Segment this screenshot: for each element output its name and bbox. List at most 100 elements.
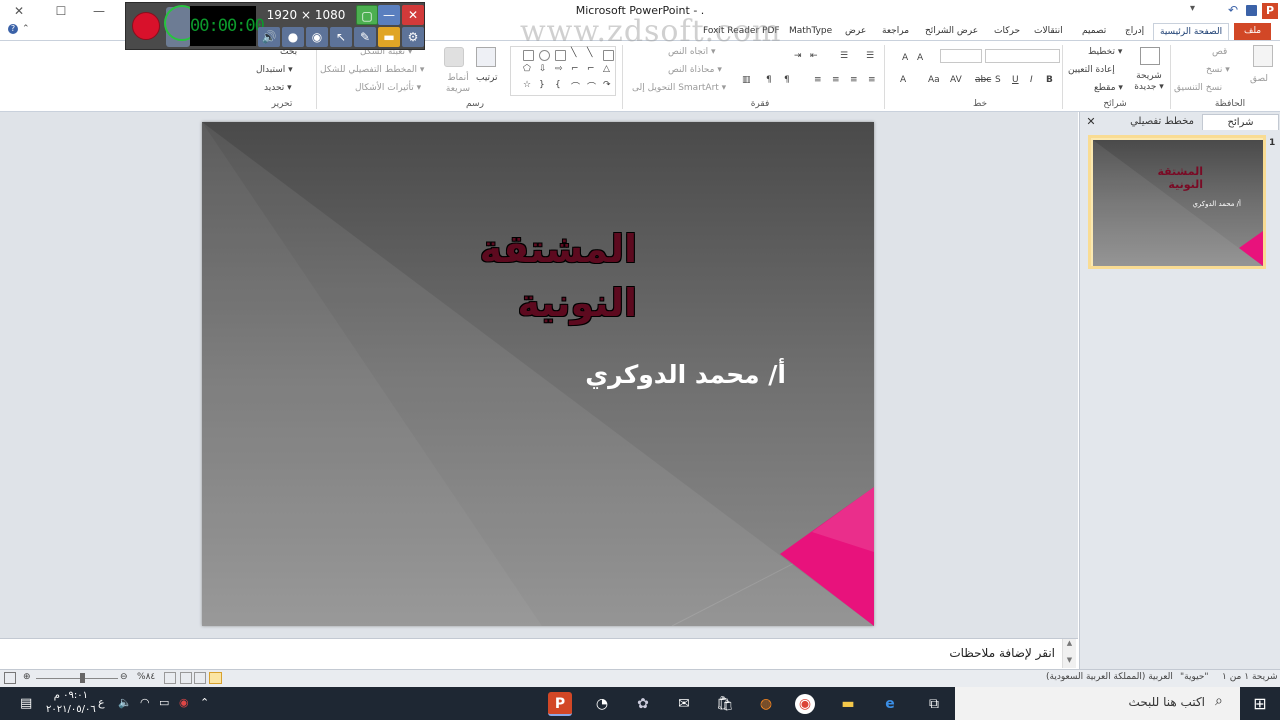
notes-placeholder[interactable]: انقر لإضافة ملاحظات [0,646,1055,660]
reading-view-icon[interactable] [180,672,192,684]
clock[interactable]: ٠٩:٠١ م ٢٠٢١/٠٥/٠٦ [46,689,96,717]
powerpoint-taskbar-icon[interactable]: P [548,692,572,716]
window-select-icon[interactable]: ▢ [356,5,378,25]
paste-button[interactable]: لصق [1250,74,1268,84]
wifi-icon[interactable]: ◠ [140,696,150,709]
brace-shape-icon[interactable]: } [539,80,545,90]
slideshow-view-icon[interactable] [164,672,176,684]
windows-start-icon[interactable]: ⊞ [1248,692,1272,716]
store-icon[interactable]: 🛍 [713,692,737,716]
mail-icon[interactable]: ✉ [672,692,696,716]
shape-effects-button[interactable]: تأثيرات الأشكال ▾ [355,83,421,93]
convert-smartart-button[interactable]: التحويل إلى SmartArt ▾ [632,83,726,93]
zoom-in-icon[interactable]: ⊕ [23,672,31,682]
section-button[interactable]: مقطع ▾ [1094,83,1123,93]
font-size-dropdown[interactable] [940,49,982,63]
curve-arrow-shape-icon[interactable]: ↷ [603,80,611,90]
slide-thumbnail[interactable]: المشتقة النونية أ/ محمد الدوكري [1088,135,1266,269]
bold-icon[interactable]: B [1046,75,1053,85]
outdent-icon[interactable]: ⇥ [794,51,802,61]
char-spacing-icon[interactable]: AV [950,75,962,85]
record-button[interactable] [132,12,160,40]
change-case-icon[interactable]: Aa [928,75,940,85]
cursor-icon[interactable]: ↖ [330,27,352,47]
rtl-icon[interactable]: ¶ [784,75,790,85]
current-slide[interactable]: المشتقة النونية أ/ محمد الدوكري [202,122,874,626]
rectangle-shape-icon[interactable] [523,50,534,61]
quick-styles-icon[interactable] [444,47,464,67]
tray-expand-icon[interactable]: ⌃ [200,696,209,709]
textbox-shape-icon[interactable] [603,50,614,61]
microphone-icon[interactable]: ● [282,27,304,47]
minimize-window-button[interactable]: — [80,0,118,22]
task-view-icon[interactable]: ⧉ [922,692,946,716]
italic-icon[interactable]: I [1030,75,1033,85]
taskbar-search-box[interactable]: اكتب هنا للبحث ⌕ [955,687,1240,720]
chrome-icon[interactable]: ◉ [795,694,815,714]
slide-sorter-view-icon[interactable] [194,672,206,684]
close-pane-button[interactable]: ✕ [1082,114,1100,130]
oval-shape-icon[interactable] [539,50,550,61]
align-center-icon[interactable]: ≡ [850,75,858,85]
normal-view-icon[interactable] [209,672,222,684]
powerpoint-app-icon[interactable]: P [1262,3,1278,19]
columns-icon[interactable]: ▥ [742,75,751,85]
cut-button[interactable]: قص [1212,47,1227,57]
elbow-connector-shape-icon[interactable]: ⌐ [571,64,579,74]
grow-font-icon[interactable]: A [917,53,923,63]
indent-icon[interactable]: ⇤ [810,51,818,61]
right-arrow-shape-icon[interactable]: ⇨ [555,64,563,74]
slide-title[interactable]: المشتقة النونية [202,222,637,330]
arrange-icon[interactable] [476,47,496,67]
scroll-down-icon[interactable]: ▼ [1063,656,1076,664]
arrange-button[interactable]: ترتيب [476,73,498,83]
brace-left-shape-icon[interactable]: { [555,80,561,90]
copy-button[interactable]: نسخ ▾ [1206,65,1230,75]
select-button[interactable]: تحديد ▾ [264,83,292,93]
tab-review[interactable]: مراجعة [882,23,909,40]
notifications-icon[interactable]: ▤ [20,696,32,711]
arc-shape-icon[interactable]: ⌒ [571,80,580,93]
notes-scrollbar[interactable]: ▲ ▼ [1062,639,1076,668]
recording-tray-icon[interactable]: ◉ [179,696,189,709]
edge-browser-icon[interactable]: e [878,692,902,716]
tab-slideshow[interactable]: عرض الشرائح [925,23,978,40]
align-right-icon[interactable]: ≡ [868,75,876,85]
language-indicator[interactable]: العربية (المملكة العربية السعودية) [1046,672,1173,682]
down-arrow-shape-icon[interactable]: ⇩ [539,64,547,74]
help-icon[interactable]: ? [8,24,18,34]
slide-subtitle[interactable]: أ/ محمد الدوكري [202,360,786,389]
tab-slides[interactable]: شرائح [1202,114,1279,130]
zoom-out-icon[interactable]: ⊖ [120,672,128,682]
speaker-icon[interactable]: 🔊 [258,27,280,47]
curve-shape-icon[interactable]: ⌒ [587,80,596,93]
ribbon-collapse-icon[interactable]: ⌃ [22,24,30,34]
rounded-rectangle-shape-icon[interactable] [555,50,566,61]
save-icon[interactable] [1246,5,1257,16]
input-language[interactable]: ع [98,696,105,709]
tab-home[interactable]: الصفحة الرئيسية [1153,23,1230,40]
strikethrough-icon[interactable]: abc [975,75,991,85]
numbering-icon[interactable]: ☰ [840,51,848,61]
app-recorder-icon[interactable]: ◔ [590,692,614,716]
customize-qat-button[interactable]: ▾ [1190,3,1195,14]
layout-button[interactable]: تخطيط ▾ [1088,47,1122,57]
battery-icon[interactable]: ▭ [159,696,169,709]
line-arrow-shape-icon[interactable]: ╲ [587,48,592,58]
star-shape-icon[interactable]: ☆ [523,80,531,90]
align-left-icon[interactable]: ≡ [832,75,840,85]
scroll-up-icon[interactable]: ▲ [1063,639,1076,647]
font-name-dropdown[interactable] [985,49,1060,63]
replace-button[interactable]: استبدال ▾ [256,65,293,75]
zoom-level[interactable]: %٨٤ [137,672,155,682]
file-explorer-icon[interactable]: ▬ [836,692,860,716]
tab-animations[interactable]: حركات [994,23,1020,40]
shape-outline-button[interactable]: المخطط التفصيلي للشكل ▾ [320,65,424,75]
pentagon-shape-icon[interactable]: ⬠ [523,64,531,74]
format-painter-button[interactable]: نسخ التنسيق [1174,83,1222,93]
notes-pane[interactable]: انقر لإضافة ملاحظات ▲ ▼ [0,638,1078,668]
paste-icon[interactable] [1253,45,1273,67]
quick-styles-button[interactable]: أنماط سريعة [445,73,471,95]
volume-icon[interactable]: 🔈 [118,696,132,709]
tab-transitions[interactable]: انتقالات [1034,23,1063,40]
